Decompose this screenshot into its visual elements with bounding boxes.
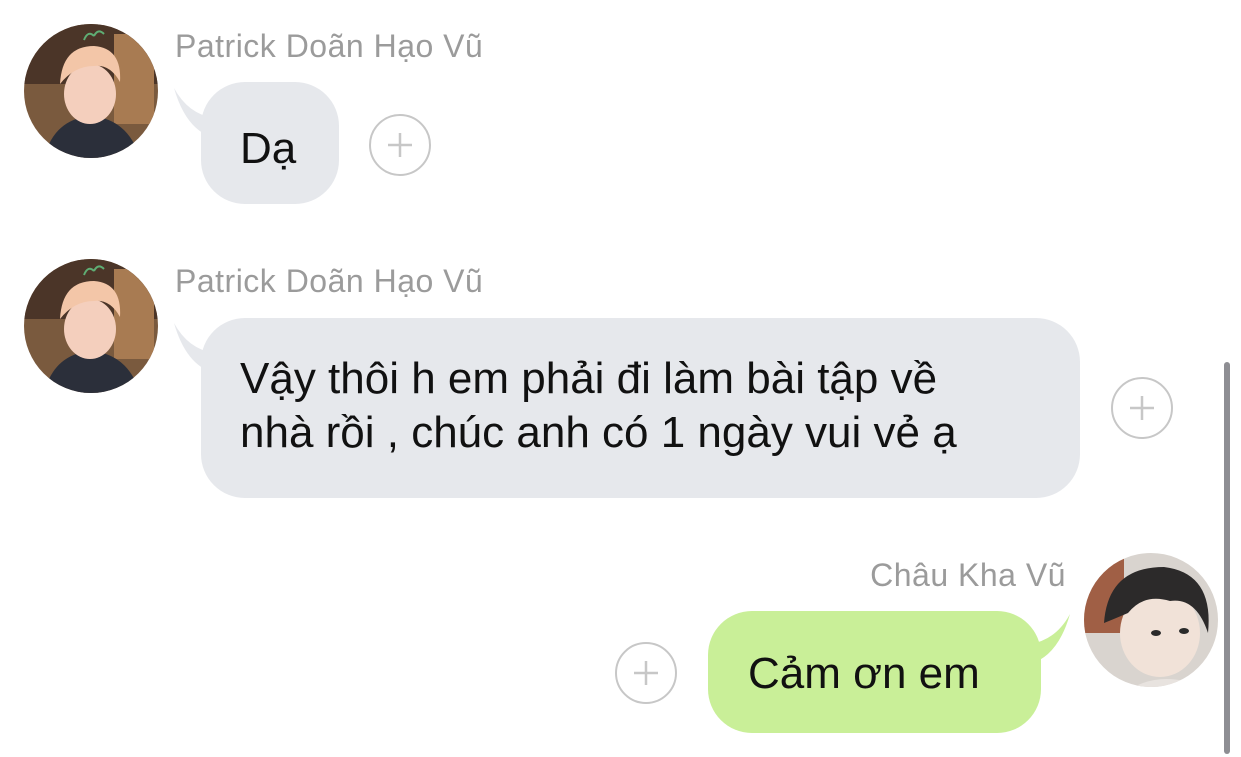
message-text: Dạ bbox=[240, 124, 297, 173]
message-text-line: nhà rồi , chúc anh có 1 ngày vui vẻ ạ bbox=[240, 408, 957, 457]
message-bubble[interactable]: Dạ bbox=[201, 82, 339, 204]
add-reaction-button[interactable] bbox=[369, 114, 431, 176]
sender-name: Patrick Doãn Hạo Vũ bbox=[175, 263, 484, 299]
message-bubble[interactable]: Cảm ơn em bbox=[708, 611, 1041, 733]
plus-icon bbox=[1130, 396, 1154, 420]
sender-avatar-patrick[interactable] bbox=[24, 259, 158, 393]
message-text: Cảm ơn em bbox=[748, 649, 980, 698]
message-text-line: Vậy thôi h em phải đi làm bài tập về bbox=[240, 354, 938, 403]
message-bubble[interactable]: Vậy thôi h em phải đi làm bài tập về nhà… bbox=[201, 318, 1080, 498]
plus-icon bbox=[388, 133, 412, 157]
sender-avatar-chau[interactable] bbox=[1084, 553, 1218, 687]
scrollbar[interactable] bbox=[1224, 362, 1230, 754]
plus-icon bbox=[634, 661, 658, 685]
add-reaction-button[interactable] bbox=[615, 642, 677, 704]
sender-name: Châu Kha Vũ bbox=[870, 557, 1066, 593]
chat-view: Patrick Doãn Hạo Vũ Dạ Patrick Doãn Hạo … bbox=[0, 0, 1241, 757]
sender-name: Patrick Doãn Hạo Vũ bbox=[175, 28, 484, 64]
add-reaction-button[interactable] bbox=[1111, 377, 1173, 439]
sender-avatar-patrick[interactable] bbox=[24, 24, 158, 158]
